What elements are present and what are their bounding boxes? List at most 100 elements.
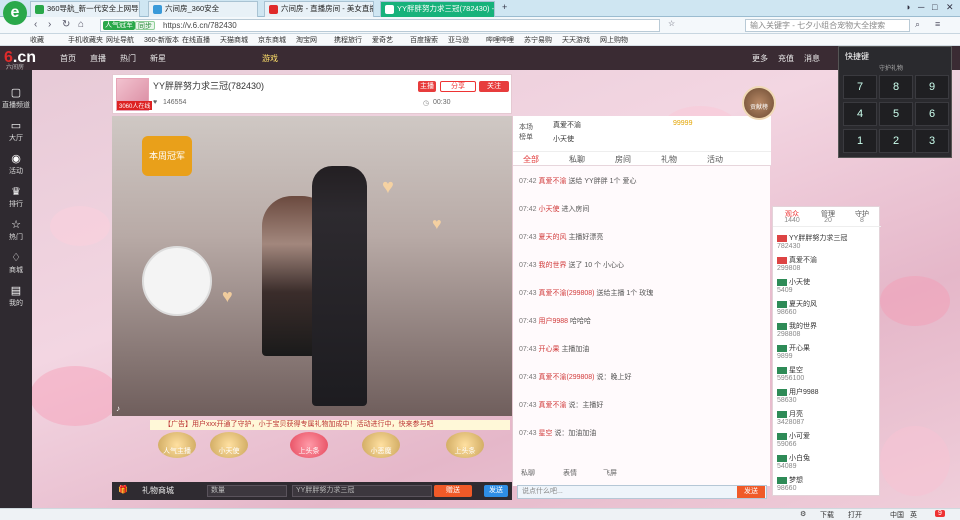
chat-tab[interactable]: 全部: [523, 154, 539, 165]
bookmark-item[interactable]: 收藏: [30, 35, 44, 45]
bookmark-item[interactable]: 亚马逊: [448, 35, 469, 45]
tray-language[interactable]: 中国: [890, 510, 904, 520]
sidebar-item[interactable]: ☆ 热门: [0, 218, 32, 242]
chat-tab[interactable]: 活动: [707, 154, 723, 165]
shortcut-key[interactable]: 3: [915, 129, 949, 153]
browser-logo-icon[interactable]: e: [3, 1, 27, 25]
gift-mall-button[interactable]: 礼物商城: [142, 485, 174, 496]
bookmark-item[interactable]: 天猫商城: [220, 35, 248, 45]
tray-settings-icon[interactable]: ⚙: [800, 510, 806, 518]
bookmark-item[interactable]: 360-新版本: [144, 35, 179, 45]
tab-1[interactable]: 360导航_新一代安全上网导航: [30, 1, 140, 17]
video-stream[interactable]: 本周冠军 ♥ ♥ ♥ ♪: [112, 116, 512, 416]
maximize-button[interactable]: □: [932, 2, 937, 12]
nav-game[interactable]: 游戏: [262, 53, 278, 64]
quantity-input[interactable]: 数量: [207, 485, 287, 497]
sidebar-item[interactable]: ♢ 商城: [0, 251, 32, 275]
nav-more[interactable]: 更多: [752, 53, 768, 64]
nav-recharge[interactable]: 充值: [778, 53, 794, 64]
shortcut-key[interactable]: 7: [843, 75, 877, 99]
message-author[interactable]: 真爱不渝: [538, 402, 566, 409]
shortcut-key[interactable]: 4: [843, 102, 877, 126]
message-author[interactable]: 星空: [538, 430, 552, 437]
user-row[interactable]: 小天使 5409: [777, 277, 810, 294]
chat-option[interactable]: 私聊: [521, 468, 535, 478]
user-row[interactable]: 小白兔 54089: [777, 453, 810, 470]
user-row[interactable]: 真爱不渝 299808: [777, 255, 817, 272]
bookmark-item[interactable]: 携程旅行: [334, 35, 362, 45]
nav-new[interactable]: 新星: [150, 53, 166, 64]
contribution-button[interactable]: 贡献榜: [742, 86, 776, 120]
shortcut-key[interactable]: 8: [879, 75, 913, 99]
nav-hot[interactable]: 热门: [120, 53, 136, 64]
chat-tab[interactable]: 礼物: [661, 154, 677, 165]
message-author[interactable]: 小天使: [538, 206, 559, 213]
close-button[interactable]: ✕: [946, 2, 954, 13]
back-icon[interactable]: ‹: [34, 19, 37, 30]
message-author[interactable]: 真爱不渝(299808): [538, 290, 594, 297]
nav-live[interactable]: 直播: [90, 53, 106, 64]
tray-download[interactable]: 下载: [820, 510, 834, 520]
home-icon[interactable]: ⌂: [78, 19, 84, 30]
chat-tab[interactable]: 房间: [615, 154, 631, 165]
top-rank-badge[interactable]: 小恶魔: [362, 432, 400, 458]
send-gift-button[interactable]: 赠送: [434, 485, 472, 497]
refresh-icon[interactable]: ↻: [62, 19, 70, 30]
follow-button[interactable]: 关注: [479, 81, 509, 92]
tab-active[interactable]: YY胖胖努力求三冠(782430) - 美女直播间: [380, 1, 495, 17]
top-rank-badge[interactable]: 小天使: [210, 432, 248, 458]
user-row[interactable]: 梦想 98660: [777, 475, 803, 492]
bookmark-item[interactable]: 网址导航: [106, 35, 134, 45]
tray-open[interactable]: 打开: [848, 510, 862, 520]
shortcut-key[interactable]: 2: [879, 129, 913, 153]
message-author[interactable]: 真爱不渝: [538, 178, 566, 185]
shortcut-key[interactable]: 5: [879, 102, 913, 126]
rank-entry[interactable]: 小天使: [553, 134, 574, 144]
menu-icon[interactable]: ≡: [935, 19, 940, 29]
user-row[interactable]: YY胖胖努力求三冠 782430: [777, 233, 847, 250]
message-author[interactable]: 真爱不渝(299808): [538, 374, 594, 381]
gift-icon[interactable]: 🎁: [118, 485, 128, 494]
sidebar-item[interactable]: ♛ 排行: [0, 185, 32, 209]
shortcut-key[interactable]: 9: [915, 75, 949, 99]
receiver-select[interactable]: YY胖胖努力求三冠: [292, 485, 432, 497]
user-row[interactable]: 星空 5956100: [777, 365, 804, 382]
bookmark-item[interactable]: 在线直播: [182, 35, 210, 45]
url-input[interactable]: 人气冠军 同步 https://v.6.cn/782430: [100, 19, 660, 32]
bookmark-item[interactable]: 天天游戏: [562, 35, 590, 45]
shortcut-key[interactable]: 6: [915, 102, 949, 126]
search-input[interactable]: 输入关键字 - 七夕小组合宠物大全搜索: [745, 19, 910, 32]
sidebar-item[interactable]: ▤ 我的: [0, 284, 32, 308]
tab-3[interactable]: 六间房 - 直播房间 - 美女直播 - 在线: [264, 1, 374, 17]
chat-send-button[interactable]: 发送: [737, 486, 765, 498]
sidebar-item[interactable]: ◉ 活动: [0, 152, 32, 176]
bookmark-item[interactable]: 苏宁易购: [524, 35, 552, 45]
bookmark-item[interactable]: 爱奇艺: [372, 35, 393, 45]
user-row[interactable]: 我的世界 298808: [777, 321, 817, 338]
user-row[interactable]: 用户9988 58630: [777, 387, 819, 404]
chat-option[interactable]: 表情: [563, 468, 577, 478]
search-icon[interactable]: ⌕: [915, 19, 920, 30]
chat-tab[interactable]: 私聊: [569, 154, 585, 165]
shortcut-key[interactable]: 1: [843, 129, 877, 153]
message-author[interactable]: 夏天的风: [538, 234, 566, 241]
tab-2[interactable]: 六间房_360安全: [148, 1, 258, 17]
user-row[interactable]: 夏天的风 98660: [777, 299, 817, 316]
message-author[interactable]: 用户9988: [538, 318, 568, 325]
skin-icon[interactable]: ◑: [905, 2, 910, 12]
chat-send-button[interactable]: 发送: [484, 485, 508, 497]
bookmark-item[interactable]: 百度搜索: [410, 35, 438, 45]
headline-button[interactable]: 上头条: [290, 432, 328, 458]
bookmark-item[interactable]: 哔哩哔哩: [486, 35, 514, 45]
message-author[interactable]: 我的世界: [538, 262, 566, 269]
top-rank-badge[interactable]: 人气主播: [158, 432, 196, 458]
tray-input[interactable]: 英: [910, 510, 917, 520]
user-row[interactable]: 开心果 9899: [777, 343, 810, 360]
user-row[interactable]: 小可爱 59066: [777, 431, 810, 448]
top-rank-badge[interactable]: 上头条: [446, 432, 484, 458]
mic-icon[interactable]: ♪: [116, 404, 120, 413]
sidebar-item[interactable]: ▭ 大厅: [0, 119, 32, 143]
minimize-button[interactable]: ─: [918, 2, 924, 12]
rank-entry[interactable]: 真爱不渝: [553, 120, 581, 130]
chat-option[interactable]: 飞屏: [603, 468, 617, 478]
